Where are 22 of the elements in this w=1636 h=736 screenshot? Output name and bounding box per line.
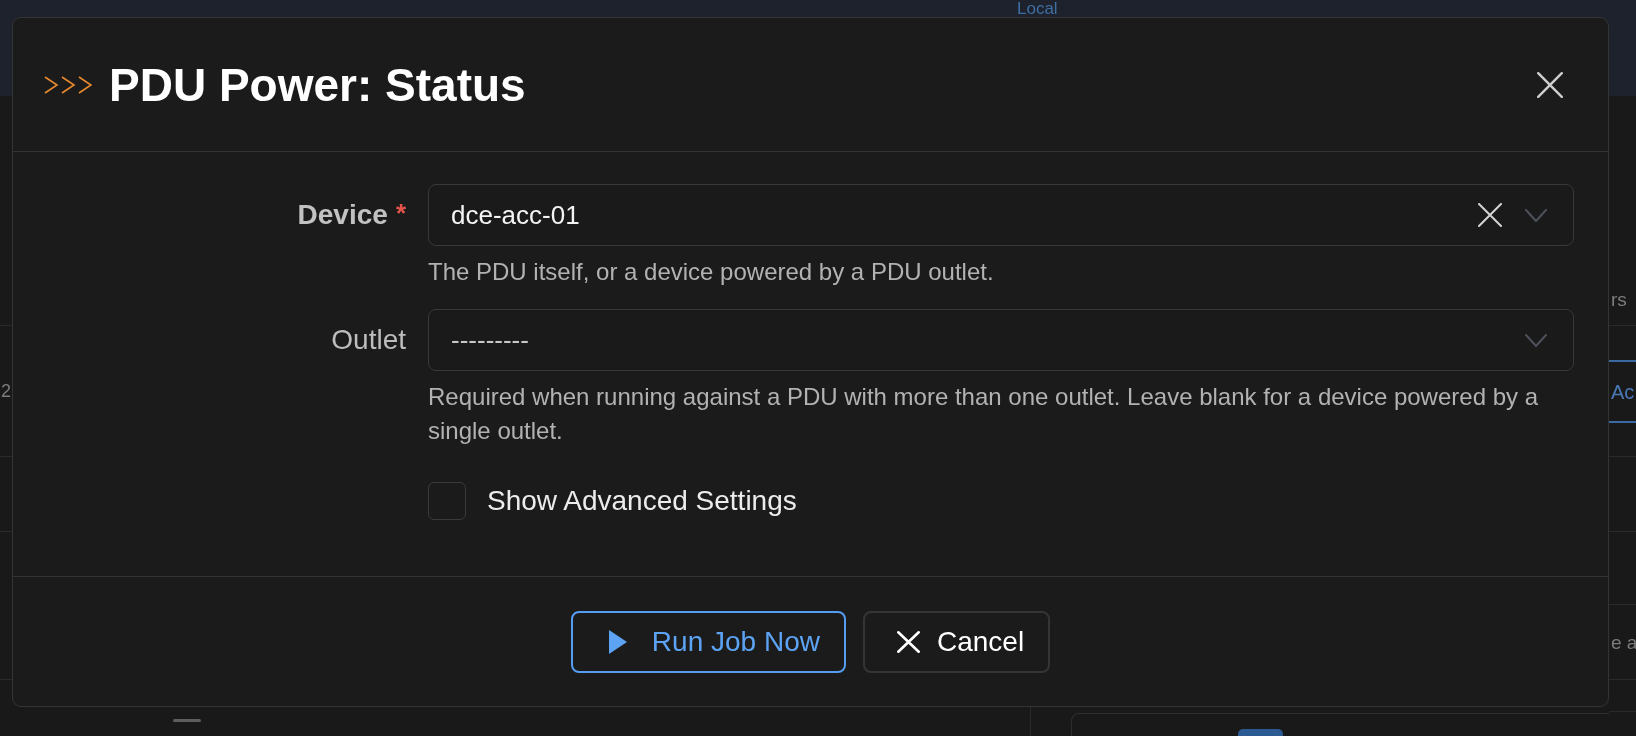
select-field[interactable]: dce-acc-01 [428, 184, 1574, 246]
chevrons-icon [44, 75, 92, 94]
help-text: Required when running against a PDU with more than one outlet. Leave blank for a device powered by a single outlet. [428, 382, 1539, 446]
text-fragment: rs [1610, 290, 1627, 309]
table-cell: 2 [0, 382, 11, 400]
select-field[interactable]: --------- [428, 309, 1574, 371]
cancel-button[interactable]: Cancel [862, 610, 1051, 673]
checkbox-label: Show Advanced Settings [487, 484, 797, 518]
clear-icon[interactable] [1478, 203, 1502, 227]
help-text: The PDU itself, or a device powered by a PDU outlet. [428, 257, 995, 287]
minus-icon [173, 719, 201, 722]
dialog-title: PDU Power: Status [109, 61, 526, 108]
field-label: Device [297, 198, 388, 232]
field-label: Outlet [331, 323, 406, 357]
close-icon[interactable] [1537, 71, 1563, 98]
run-button[interactable]: Run Job Now [570, 610, 846, 673]
chevron-down-icon[interactable] [1525, 333, 1547, 347]
close-icon [896, 630, 920, 653]
chevron-down-icon[interactable] [1525, 208, 1547, 222]
required-mark: * [395, 197, 406, 230]
checkbox[interactable] [428, 482, 466, 520]
play-icon [608, 629, 627, 654]
